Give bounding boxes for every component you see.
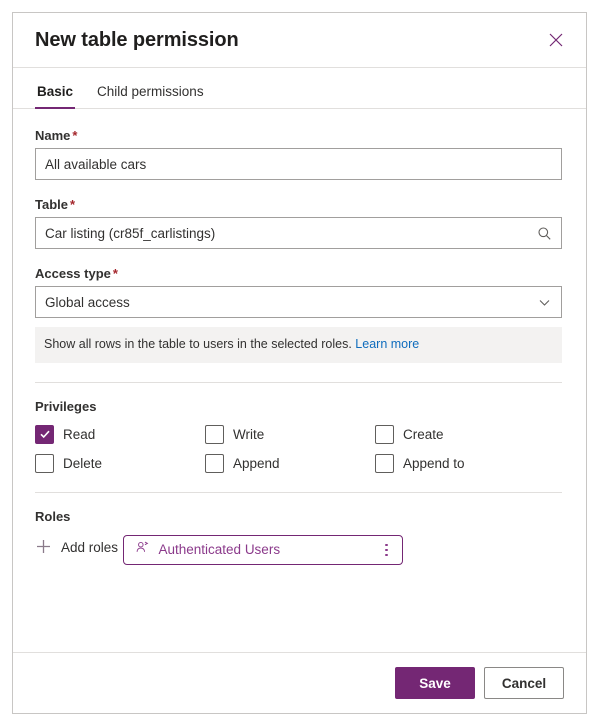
tab-child-permissions[interactable]: Child permissions	[95, 82, 206, 108]
checkbox-append-to[interactable]	[375, 453, 394, 473]
search-icon[interactable]	[529, 218, 559, 248]
privilege-read-label: Read	[63, 426, 96, 442]
access-type-input-wrap	[35, 286, 562, 318]
table-input-wrap	[35, 217, 562, 249]
new-table-permission-panel: New table permission Basic Child permiss…	[12, 12, 587, 714]
add-roles-label: Add roles	[61, 540, 119, 556]
table-label: Table *	[35, 197, 560, 212]
table-input[interactable]	[35, 217, 562, 249]
access-type-hint: Show all rows in the table to users in t…	[35, 327, 562, 363]
tab-basic[interactable]: Basic	[35, 82, 76, 109]
learn-more-link[interactable]: Learn more	[355, 337, 419, 351]
table-required-mark: *	[70, 197, 76, 212]
cancel-button[interactable]: Cancel	[484, 667, 564, 699]
privilege-append-to-label: Append to	[403, 455, 465, 471]
privilege-create-label: Create	[403, 426, 444, 442]
checkbox-create[interactable]	[375, 424, 394, 444]
checkbox-delete[interactable]	[35, 453, 54, 473]
access-type-select[interactable]	[35, 286, 562, 318]
privilege-write-label: Write	[233, 426, 265, 442]
add-roles-button[interactable]: Add roles	[35, 536, 118, 560]
privilege-delete[interactable]: Delete	[35, 453, 205, 473]
name-input[interactable]	[35, 148, 562, 180]
table-label-text: Table	[35, 197, 68, 212]
role-chip-authenticated-users[interactable]: Authenticated Users	[122, 534, 403, 565]
access-type-hint-text: Show all rows in the table to users in t…	[44, 337, 352, 351]
access-type-field-group: Access type* Show all rows in the table …	[35, 266, 562, 363]
panel-body: Name* Table*	[13, 109, 586, 652]
privilege-create[interactable]: Create	[375, 424, 545, 444]
privilege-write[interactable]: Write	[205, 424, 375, 444]
privilege-read[interactable]: Read	[35, 424, 205, 444]
tab-bar: Basic Child permissions	[13, 68, 586, 109]
close-button[interactable]	[540, 24, 572, 56]
roles-title: Roles	[35, 508, 71, 524]
role-chip-label: Authenticated Users	[158, 542, 281, 558]
privilege-append-to[interactable]: Append to	[375, 453, 545, 473]
privileges-grid: Read Write Create Delete Append Append t…	[35, 424, 560, 473]
privileges-title: Privileges	[35, 398, 97, 414]
privilege-append-label: Append	[233, 455, 280, 471]
person-icon	[135, 540, 150, 560]
checkbox-write[interactable]	[205, 424, 224, 444]
access-type-label: Access type *	[35, 266, 560, 281]
panel-footer: Save Cancel	[13, 652, 586, 713]
page-title: New table permission	[35, 28, 239, 51]
roles-divider	[35, 491, 562, 493]
checkbox-read[interactable]	[35, 424, 54, 444]
chevron-down-icon[interactable]	[529, 287, 559, 317]
panel-header: New table permission	[13, 13, 586, 68]
checkbox-append[interactable]	[205, 453, 224, 473]
name-label-text: Name	[35, 128, 71, 143]
save-button[interactable]: Save	[395, 667, 475, 699]
name-field-group: Name *	[35, 128, 562, 180]
table-field-group: Table *	[35, 197, 562, 249]
privilege-append[interactable]: Append	[205, 453, 375, 473]
name-label: Name *	[35, 128, 560, 143]
privilege-delete-label: Delete	[63, 455, 103, 471]
access-type-required-mark: *	[112, 266, 118, 281]
more-vertical-icon[interactable]	[378, 539, 396, 561]
name-input-wrap	[35, 148, 562, 180]
name-required-mark: *	[72, 128, 78, 143]
privileges-divider	[35, 381, 562, 383]
access-type-label-text: Access type	[35, 266, 111, 281]
plus-icon	[35, 538, 52, 558]
close-icon	[549, 33, 563, 47]
